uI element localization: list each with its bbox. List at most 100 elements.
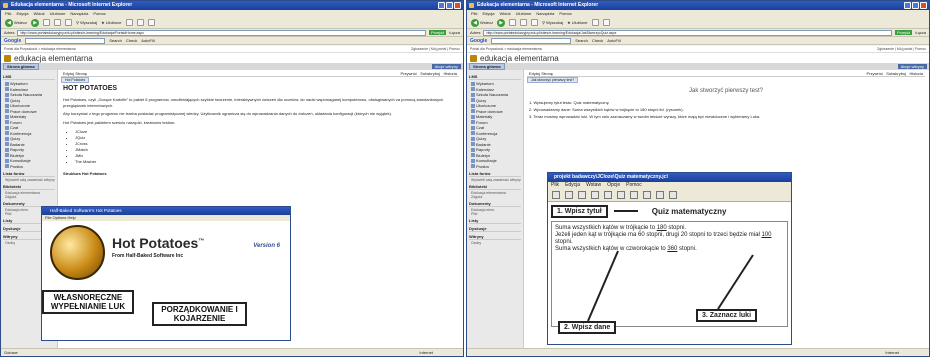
menu-edit[interactable]: Edycja [482, 10, 494, 17]
subscribe-link[interactable]: Subskrybuj [886, 71, 906, 76]
links-label[interactable]: Łącza [449, 30, 460, 35]
edit-page-link[interactable]: Edytuj Stronę [529, 70, 553, 76]
page-pill: Jak stworzyć pierwszy test? [527, 77, 579, 83]
sidebar-libraries-header[interactable]: Biblioteki [3, 184, 55, 190]
site-actions-button[interactable]: Akcje witryny [897, 64, 927, 69]
restore-link[interactable]: Przywróć [401, 71, 417, 76]
sidebar-note[interactable]: Wyświetl całą zawartość witryny [3, 178, 55, 182]
close-button[interactable] [920, 2, 927, 9]
menu-view[interactable]: Widok [33, 10, 44, 17]
sidebar-sites[interactable]: Witryny [469, 234, 521, 240]
mail-button[interactable] [136, 19, 144, 26]
search-button[interactable]: ⚲ Wyszukaj [542, 20, 563, 25]
item-icon [5, 131, 9, 136]
hp-menu-bar: File Options Help [42, 215, 290, 221]
callout-mark-gaps: 3. Zaznacz luki [696, 309, 758, 322]
google-search-input[interactable] [25, 37, 106, 44]
tools-intro: Hot Potatoes jest pakietem sześciu narzę… [63, 119, 176, 125]
sidebar-documents-header[interactable]: Dokumenty [469, 201, 521, 207]
forward-button[interactable]: ▶ [31, 18, 40, 27]
breadcrumb: Portal dla Przyszłości > edukacja elemen… [1, 46, 463, 53]
info-paragraph: Aby korzystać z tego programu nie trzeba… [63, 111, 392, 116]
menu-tools[interactable]: Narzędzia [70, 10, 88, 17]
forward-button[interactable]: ▶ [497, 18, 506, 27]
search-button[interactable]: ⚲ Wyszukaj [76, 20, 97, 25]
favorites-button[interactable]: ★ Ulubione [101, 20, 121, 25]
sidebar-libraries-header[interactable]: Biblioteki [469, 184, 521, 190]
back-button[interactable]: ◀ Wstecz [471, 18, 493, 27]
tab-home[interactable]: Strona główna [469, 63, 505, 70]
history-link[interactable]: Historia [909, 71, 923, 76]
menu-help[interactable]: Pomoc [93, 10, 105, 17]
refresh-button[interactable] [54, 19, 62, 26]
go-button[interactable]: Przejdź [894, 30, 913, 35]
window-title: Edukacja elementarna - Microsoft Interne… [477, 2, 599, 8]
subscribe-link[interactable]: Subskrybuj [420, 71, 440, 76]
sidebar-site-item[interactable]: Osoby [469, 241, 521, 245]
sidebar-lists[interactable]: Listy [469, 218, 521, 224]
maximize-button[interactable] [912, 2, 919, 9]
arrow-to-gaps [717, 254, 754, 310]
item-icon [471, 158, 475, 163]
sidebar-note[interactable]: Wyświetl całą zawartość witryny [469, 178, 521, 182]
menu-edit[interactable]: Edycja [16, 10, 28, 17]
item-icon [5, 158, 9, 163]
restore-link[interactable]: Przywróć [867, 71, 883, 76]
item-icon [5, 153, 9, 158]
menu-view[interactable]: Widok [499, 10, 510, 17]
site-actions-button[interactable]: Akcje witryny [431, 64, 461, 69]
links-label[interactable]: Łącza [915, 30, 926, 35]
sidebar-lists-header[interactable]: Lista forów [3, 171, 55, 177]
stop-button[interactable] [43, 19, 51, 26]
menu-favorites[interactable]: Ulubione [516, 10, 532, 17]
minimize-button[interactable] [904, 2, 911, 9]
refresh-button[interactable] [520, 19, 528, 26]
back-arrow-icon: ◀ [5, 18, 13, 27]
history-button[interactable] [125, 19, 133, 26]
home-button[interactable] [65, 19, 73, 26]
back-button[interactable]: ◀ Wstecz [5, 18, 27, 27]
history-link[interactable]: Historia [443, 71, 457, 76]
menu-file[interactable]: Plik [471, 10, 477, 17]
google-search-input[interactable] [491, 37, 572, 44]
print-button[interactable] [147, 19, 155, 26]
stop-button[interactable] [509, 19, 517, 26]
favorites-button[interactable]: ★ Ulubione [567, 20, 587, 25]
google-check-button[interactable]: Check [592, 38, 603, 43]
tab-home[interactable]: Strona główna [3, 63, 39, 70]
toolbar: ◀ Wstecz ▶ ⚲ Wyszukaj ★ Ulubione [467, 17, 929, 29]
edit-page-link[interactable]: Edytuj Stronę [63, 70, 87, 76]
print-button[interactable] [602, 19, 610, 26]
address-input[interactable]: http://www.portaledukacyjny.edu.pl/sites… [17, 29, 426, 36]
google-check-button[interactable]: Check [126, 38, 137, 43]
sidebar-lib-item[interactable]: Zdjęcia [469, 195, 521, 199]
menu-tools[interactable]: Narzędzia [536, 10, 554, 17]
sidebar-lib-item[interactable]: Zdjęcia [3, 195, 55, 199]
home-button[interactable] [531, 19, 539, 26]
breadcrumb-text[interactable]: Portal dla Przyszłości > edukacja elemen… [4, 46, 76, 52]
google-search-button[interactable]: Search [575, 38, 588, 43]
breadcrumb-text[interactable]: Portal dla Przyszłości > edukacja elemen… [470, 46, 542, 52]
go-button[interactable]: Przejdź [428, 30, 447, 35]
close-button[interactable] [454, 2, 461, 9]
menu-help[interactable]: Pomoc [559, 10, 571, 17]
status-bar: Internet [467, 348, 929, 356]
google-autofill-button[interactable]: AutoFill [141, 38, 154, 43]
google-autofill-button[interactable]: AutoFill [607, 38, 620, 43]
sidebar-item[interactable]: Prośba [469, 164, 521, 170]
sidebar-lists-header[interactable]: Lista forów [469, 171, 521, 177]
address-input[interactable]: http://www.portaledukacyjny.edu.pl/sites… [483, 29, 892, 36]
menu-favorites[interactable]: Ulubione [50, 10, 66, 17]
page-pill: Hot Potatoes [61, 77, 90, 83]
maximize-button[interactable] [446, 2, 453, 9]
sidebar-doc-item[interactable]: Pliki [469, 212, 521, 216]
history-button[interactable] [591, 19, 599, 26]
user-links[interactable]: Zgłoszenie | Mój portal | Pomoc [411, 46, 460, 52]
sidebar-item[interactable]: Prośba [3, 164, 55, 170]
user-links[interactable]: Zgłoszenie | Mój portal | Pomoc [877, 46, 926, 52]
page-title: HOT POTATOES [63, 85, 118, 92]
minimize-button[interactable] [438, 2, 445, 9]
menu-file[interactable]: Plik [5, 10, 11, 17]
sidebar-discussions[interactable]: Dyskusje [469, 226, 521, 232]
google-search-button[interactable]: Search [109, 38, 122, 43]
